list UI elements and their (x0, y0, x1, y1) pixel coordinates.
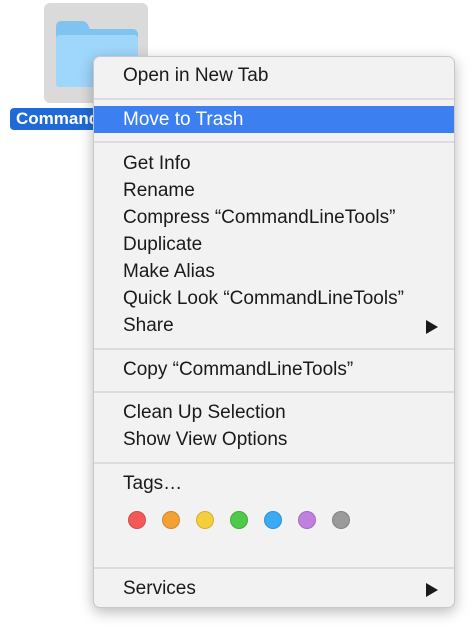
menu-item-label: Clean Up Selection (123, 402, 286, 423)
menu-item-show-view-options[interactable]: Show View Options (94, 426, 454, 453)
menu-item-label: Copy “CommandLineTools” (123, 359, 354, 380)
menu-item-share[interactable]: Share (94, 312, 454, 339)
tag-yellow-dot[interactable] (196, 511, 214, 529)
menu-item-label: Quick Look “CommandLineTools” (123, 288, 404, 309)
tag-gray-dot[interactable] (332, 511, 350, 529)
menu-separator (94, 567, 454, 569)
tag-purple-dot[interactable] (298, 511, 316, 529)
menu-separator (94, 391, 454, 393)
menu-item-duplicate[interactable]: Duplicate (94, 231, 454, 258)
tag-blue-dot[interactable] (264, 511, 282, 529)
menu-item-get-info[interactable]: Get Info (94, 150, 454, 177)
menu-item-clean-up-selection[interactable]: Clean Up Selection (94, 399, 454, 426)
tag-orange-dot[interactable] (162, 511, 180, 529)
menu-item-label: Share (123, 315, 174, 336)
menu-item-label: Rename (123, 180, 195, 201)
menu-item-label: Compress “CommandLineTools” (123, 207, 396, 228)
menu-item-label: Tags… (123, 473, 183, 494)
menu-item-rename[interactable]: Rename (94, 177, 454, 204)
menu-item-label: Make Alias (123, 261, 215, 282)
menu-item-quick-look[interactable]: Quick Look “CommandLineTools” (94, 285, 454, 312)
desktop: Command Open in New Tab Move to Trash Ge… (0, 0, 474, 628)
menu-separator (94, 141, 454, 143)
menu-item-label: Open in New Tab (123, 65, 269, 86)
submenu-arrow-icon (426, 583, 438, 597)
menu-separator (94, 98, 454, 100)
submenu-arrow-icon (426, 320, 438, 334)
menu-item-label: Services (123, 578, 196, 599)
tag-red-dot[interactable] (128, 511, 146, 529)
folder-name-label[interactable]: Command (10, 108, 98, 130)
tag-green-dot[interactable] (230, 511, 248, 529)
menu-item-copy[interactable]: Copy “CommandLineTools” (94, 356, 454, 383)
menu-separator (94, 348, 454, 350)
menu-item-label: Move to Trash (123, 109, 244, 130)
menu-item-compress[interactable]: Compress “CommandLineTools” (94, 204, 454, 231)
menu-separator (94, 462, 454, 464)
menu-item-move-to-trash[interactable]: Move to Trash (94, 106, 454, 133)
menu-item-open-in-new-tab[interactable]: Open in New Tab (94, 62, 454, 89)
menu-item-make-alias[interactable]: Make Alias (94, 258, 454, 285)
context-menu: Open in New Tab Move to Trash Get Info R… (93, 56, 455, 608)
menu-item-label: Get Info (123, 153, 191, 174)
menu-item-tags[interactable]: Tags… (94, 470, 454, 497)
menu-item-label: Duplicate (123, 234, 203, 255)
menu-item-label: Show View Options (123, 429, 288, 450)
menu-item-services[interactable]: Services (94, 575, 454, 602)
